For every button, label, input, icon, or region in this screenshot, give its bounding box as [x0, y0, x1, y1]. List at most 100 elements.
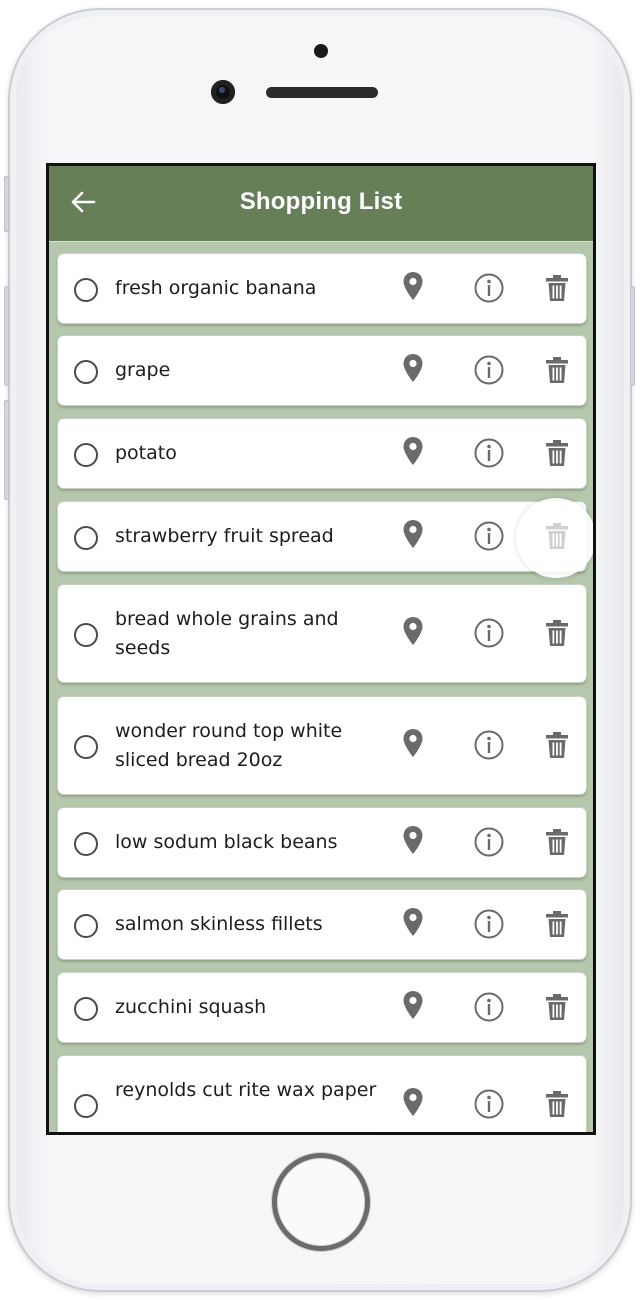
map-pin-icon: [402, 1087, 424, 1121]
trash-icon: [545, 522, 569, 554]
trash-icon: [545, 356, 569, 388]
location-button[interactable]: [393, 268, 433, 308]
volume-up-button: [4, 286, 9, 386]
app-screen: Shopping List fresh organic banana grape p…: [46, 163, 596, 1135]
list-item[interactable]: potato: [57, 418, 587, 489]
trash-icon: [545, 993, 569, 1025]
list-item[interactable]: zucchini squash: [57, 972, 587, 1043]
info-circle-icon: [473, 729, 505, 765]
location-button[interactable]: [393, 613, 433, 653]
delete-button[interactable]: [537, 1086, 577, 1126]
delete-button[interactable]: [537, 435, 577, 475]
location-button[interactable]: [393, 822, 433, 862]
list-item[interactable]: wonder round top white sliced bread 20oz: [57, 696, 587, 795]
location-button[interactable]: [393, 725, 433, 765]
info-button[interactable]: [469, 435, 509, 475]
map-pin-icon: [402, 825, 424, 859]
location-button[interactable]: [393, 987, 433, 1027]
item-label: salmon skinless fillets: [115, 913, 323, 935]
item-checkbox[interactable]: [74, 277, 98, 302]
list-item[interactable]: grape: [57, 335, 587, 406]
map-pin-icon: [402, 616, 424, 650]
info-circle-icon: [473, 272, 505, 308]
item-label: wonder round top white sliced bread 20oz: [115, 719, 343, 771]
trash-icon: [545, 439, 569, 471]
info-button[interactable]: [469, 906, 509, 946]
item-checkbox[interactable]: [74, 831, 98, 856]
item-checkbox[interactable]: [74, 525, 98, 550]
list-item[interactable]: low sodum black beans: [57, 807, 587, 878]
proximity-sensor: [314, 44, 328, 58]
list-item[interactable]: reynolds cut rite wax paper: [57, 1055, 587, 1132]
info-button[interactable]: [469, 989, 509, 1029]
delete-button[interactable]: [537, 352, 577, 392]
trash-icon: [545, 1090, 569, 1122]
volume-down-button: [4, 400, 9, 500]
item-checkbox[interactable]: [74, 913, 98, 938]
delete-button[interactable]: [537, 518, 577, 558]
info-circle-icon: [473, 437, 505, 473]
item-checkbox[interactable]: [74, 996, 98, 1021]
location-button[interactable]: [393, 350, 433, 390]
map-pin-icon: [402, 728, 424, 762]
info-button[interactable]: [469, 1086, 509, 1126]
location-button[interactable]: [393, 904, 433, 944]
map-pin-icon: [402, 436, 424, 470]
item-label: grape: [115, 359, 171, 381]
info-button[interactable]: [469, 824, 509, 864]
info-circle-icon: [473, 826, 505, 862]
item-checkbox[interactable]: [74, 1093, 98, 1118]
list-item[interactable]: fresh organic banana: [57, 253, 587, 324]
item-label: low sodum black beans: [115, 831, 338, 853]
delete-button[interactable]: [537, 824, 577, 864]
list-item[interactable]: strawberry fruit spread: [57, 497, 593, 578]
trash-icon: [545, 274, 569, 306]
power-button: [630, 286, 635, 386]
delete-button[interactable]: [537, 727, 577, 767]
item-checkbox[interactable]: [74, 359, 98, 384]
map-pin-icon: [402, 990, 424, 1024]
earpiece-speaker: [266, 87, 378, 98]
info-button[interactable]: [469, 518, 509, 558]
list-item[interactable]: bread whole grains and seeds: [57, 584, 587, 683]
trash-icon: [545, 828, 569, 860]
info-button[interactable]: [469, 270, 509, 310]
item-label: potato: [115, 442, 177, 464]
delete-button[interactable]: [537, 270, 577, 310]
info-circle-icon: [473, 617, 505, 653]
delete-button[interactable]: [537, 989, 577, 1029]
list-item[interactable]: salmon skinless fillets: [57, 889, 587, 960]
info-circle-icon: [473, 1088, 505, 1124]
map-pin-icon: [402, 519, 424, 553]
delete-button[interactable]: [537, 615, 577, 655]
trash-icon: [545, 731, 569, 763]
location-button[interactable]: [393, 516, 433, 556]
item-checkbox[interactable]: [74, 442, 98, 467]
location-button[interactable]: [393, 1084, 433, 1124]
item-label: fresh organic banana: [115, 277, 317, 299]
info-circle-icon: [473, 991, 505, 1027]
location-button[interactable]: [393, 433, 433, 473]
delete-button[interactable]: [537, 906, 577, 946]
info-button[interactable]: [469, 615, 509, 655]
item-label: strawberry fruit spread: [115, 525, 334, 547]
trash-icon: [545, 910, 569, 942]
mute-switch: [4, 176, 9, 232]
item-checkbox[interactable]: [74, 734, 98, 759]
info-circle-icon: [473, 520, 505, 556]
info-button[interactable]: [469, 352, 509, 392]
map-pin-icon: [402, 907, 424, 941]
item-label: bread whole grains and seeds: [115, 607, 339, 659]
map-pin-icon: [402, 353, 424, 387]
item-checkbox[interactable]: [74, 622, 98, 647]
map-pin-icon: [402, 271, 424, 305]
page-title: Shopping List: [239, 188, 403, 215]
info-button[interactable]: [469, 727, 509, 767]
info-circle-icon: [473, 354, 505, 390]
trash-icon: [545, 619, 569, 651]
app-header: Shopping List: [49, 166, 593, 242]
info-circle-icon: [473, 908, 505, 944]
front-camera: [211, 80, 235, 104]
item-label: reynolds cut rite wax paper: [115, 1078, 377, 1101]
home-button[interactable]: [272, 1153, 370, 1251]
